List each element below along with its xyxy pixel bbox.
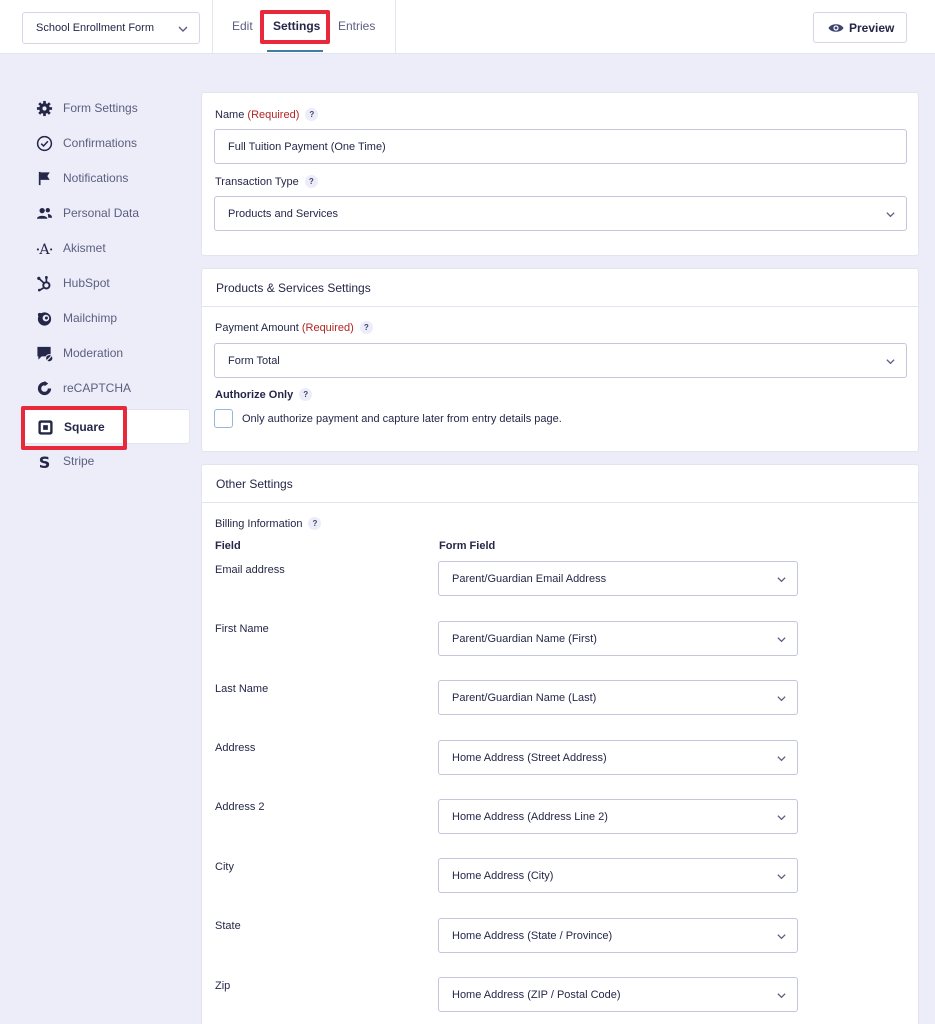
active-tab-indicator [267,50,323,52]
sidebar-item-recaptcha[interactable]: reCAPTCHA [22,373,190,403]
moderation-icon [37,346,53,362]
panel-title: Other Settings [216,477,293,491]
sidebar-item-confirmations[interactable]: Confirmations [22,128,190,158]
stripe-icon: S [39,453,51,470]
chevron-down-icon [777,815,786,821]
recaptcha-icon [37,380,52,396]
payment-amount-label: Payment Amount (Required)? [215,321,373,334]
billing-email-select[interactable]: Parent/Guardian Email Address [438,561,798,596]
help-icon[interactable]: ? [359,321,373,334]
sidebar-item-label: reCAPTCHA [63,381,132,395]
column-header-form-field: Form Field [439,540,496,552]
tab-edit[interactable]: Edit [232,19,253,33]
eye-icon [828,24,844,32]
sidebar-item-form-settings[interactable]: Form Settings [22,93,190,123]
sidebar-item-label: Personal Data [63,206,140,220]
svg-text:S: S [39,453,51,470]
billing-field-label-last-name: Last Name [215,683,269,695]
billing-information-label: Billing Information? [215,517,322,530]
top-divider [395,0,396,54]
chevron-down-icon [777,874,786,880]
panel-title: Products & Services Settings [216,281,371,295]
chevron-down-icon [777,577,786,583]
billing-address-2-select[interactable]: Home Address (Address Line 2) [438,799,798,834]
sidebar-item-label: Mailchimp [63,311,118,325]
sidebar-item-label: Moderation [63,346,124,360]
authorize-only-label: Authorize Only? [215,388,313,401]
flag-icon [38,171,50,186]
help-icon[interactable]: ? [299,388,313,401]
sidebar-item-moderation[interactable]: Moderation [22,338,190,368]
help-icon[interactable]: ? [305,108,319,121]
sidebar-item-label: Form Settings [63,101,138,115]
billing-zip-select[interactable]: Home Address (ZIP / Postal Code) [438,977,798,1012]
authorize-only-checkbox[interactable] [214,409,233,428]
authorize-only-checkbox-label[interactable]: Only authorize payment and capture later… [242,413,562,425]
panel-header: Other Settings [202,465,918,503]
users-icon [36,208,53,219]
chevron-down-icon [777,637,786,643]
svg-text:A: A [38,242,50,257]
chevron-down-icon [777,756,786,762]
sidebar-item-label: Stripe [63,454,95,468]
name-input[interactable]: Full Tuition Payment (One Time) [214,129,907,164]
sidebar-item-notifications[interactable]: Notifications [22,163,190,193]
form-selector-label: School Enrollment Form [36,22,154,34]
chevron-down-icon [777,993,786,999]
top-divider [212,0,213,54]
column-header-field: Field [215,540,241,552]
sidebar-item-stripe[interactable]: S Stripe [22,446,190,476]
chevron-down-icon [777,696,786,702]
transaction-type-select[interactable]: Products and Services [214,196,907,231]
chevron-down-icon [777,934,786,940]
sidebar-item-label: Notifications [63,171,129,185]
sidebar-item-akismet[interactable]: A Akismet [22,233,190,263]
highlight-settings-tab [260,10,330,44]
preview-label: Preview [849,21,895,35]
chevron-down-icon [886,359,895,365]
check-circle-icon [36,135,53,152]
billing-last-name-select[interactable]: Parent/Guardian Name (Last) [438,680,798,715]
sidebar-item-hubspot[interactable]: HubSpot [22,268,190,298]
billing-field-label-zip: Zip [215,980,231,992]
billing-address-select[interactable]: Home Address (Street Address) [438,740,798,775]
mailchimp-icon [37,312,52,326]
gear-icon [36,100,53,117]
sidebar-item-personal-data[interactable]: Personal Data [22,198,190,228]
panel-header: Products & Services Settings [202,269,918,307]
akismet-icon: A [36,242,53,257]
billing-field-label-state: State [215,920,241,932]
billing-state-select[interactable]: Home Address (State / Province) [438,918,798,953]
transaction-type-label: Transaction Type? [215,175,318,188]
preview-button[interactable]: Preview [813,12,907,43]
help-icon[interactable]: ? [308,517,322,530]
top-bar: School Enrollment Form Edit Settings Ent… [0,0,935,54]
name-label: Name (Required)? [215,108,319,121]
help-icon[interactable]: ? [304,175,318,188]
tab-entries[interactable]: Entries [338,19,375,33]
billing-field-label-address: Address [215,742,256,754]
billing-city-select[interactable]: Home Address (City) [438,858,798,893]
chevron-down-icon [178,26,188,32]
billing-first-name-select[interactable]: Parent/Guardian Name (First) [438,621,798,656]
billing-field-label-address-2: Address 2 [215,801,265,813]
form-selector[interactable]: School Enrollment Form [22,12,200,44]
highlight-square-item [21,406,127,450]
payment-amount-select[interactable]: Form Total [214,343,907,378]
billing-field-label-email: Email address [215,564,285,576]
sidebar-item-label: HubSpot [63,276,110,290]
hubspot-icon [37,276,51,292]
chevron-down-icon [886,212,895,218]
sidebar-item-mailchimp[interactable]: Mailchimp [22,303,190,333]
sidebar-item-label: Akismet [63,241,106,255]
billing-field-label-first-name: First Name [215,623,269,635]
sidebar-item-label: Confirmations [63,136,138,150]
billing-field-label-city: City [215,861,234,873]
